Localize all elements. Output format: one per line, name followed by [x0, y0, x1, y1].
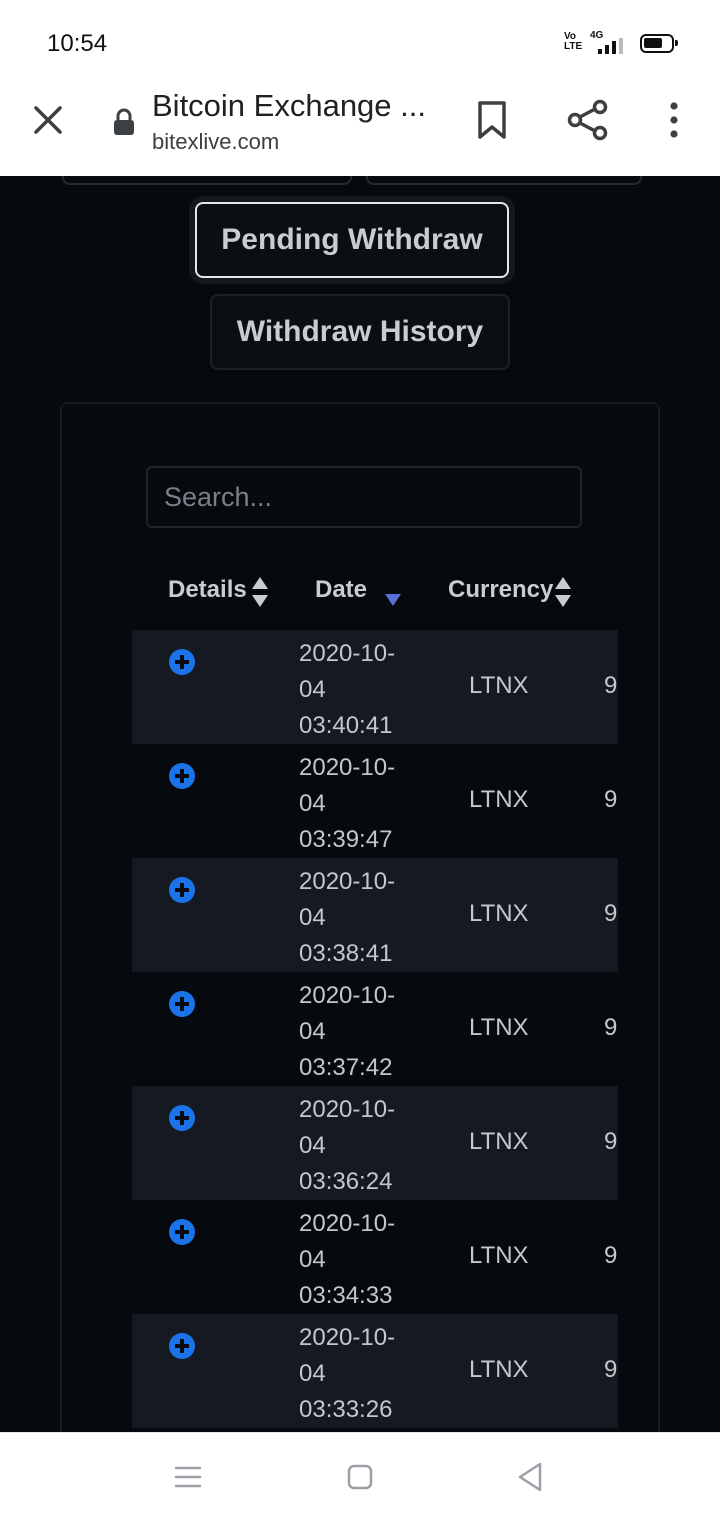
status-bar: 10:54 Vo LTE 4G [0, 0, 720, 88]
previous-tab-left[interactable] [62, 176, 352, 185]
row-date: 2020-10-04 03:37:42 [299, 982, 396, 1081]
row-currency: LTNX [469, 1242, 529, 1269]
recent-apps-icon[interactable] [174, 1465, 202, 1489]
system-navigation-bar [0, 1432, 720, 1520]
expand-details-icon[interactable] [168, 648, 196, 676]
header-details[interactable]: Details [168, 576, 247, 604]
row-amount: 9 [604, 1356, 618, 1383]
row-date: 2020-10-04 03:36:24 [299, 1096, 396, 1195]
previous-tab-right[interactable] [366, 176, 642, 185]
row-amount: 9 [604, 1242, 618, 1269]
signal-bars-icon [598, 38, 628, 54]
table-row: 2020-10-04 03:40:41 LTNX 9 [132, 630, 618, 744]
row-currency: LTNX [469, 900, 529, 927]
expand-details-icon[interactable] [168, 876, 196, 904]
status-time: 10:54 [47, 30, 108, 57]
close-icon[interactable] [28, 100, 68, 140]
withdraw-table: 2020-10-04 03:40:41 LTNX 9 2020-10-04 03… [132, 630, 618, 1428]
table-row: 2020-10-04 03:37:42 LTNX 9 [132, 972, 618, 1086]
more-options-icon[interactable] [660, 100, 688, 140]
back-icon[interactable] [516, 1461, 544, 1493]
table-row: 2020-10-04 03:33:26 LTNX 9 [132, 1314, 618, 1428]
row-amount: 9 [604, 1014, 618, 1041]
header-currency[interactable]: Currency [448, 576, 553, 604]
expand-details-icon[interactable] [168, 762, 196, 790]
row-amount: 9 [604, 900, 618, 927]
row-date: 2020-10-04 03:39:47 [299, 754, 396, 853]
row-amount: 9 [604, 1128, 618, 1155]
expand-details-icon[interactable] [168, 1104, 196, 1132]
signal-indicator: Vo LTE 4G [564, 30, 628, 56]
withdraw-history-button[interactable]: Withdraw History [210, 294, 510, 370]
expand-details-icon[interactable] [168, 1332, 196, 1360]
row-date: 2020-10-04 03:33:26 [299, 1324, 396, 1423]
bookmark-icon[interactable] [474, 100, 510, 140]
row-date: 2020-10-04 03:38:41 [299, 868, 396, 967]
table-row: 2020-10-04 03:38:41 LTNX 9 [132, 858, 618, 972]
page-url[interactable]: bitexlive.com [152, 129, 279, 155]
row-date: 2020-10-04 03:34:33 [299, 1210, 396, 1309]
row-amount: 9 [604, 786, 618, 813]
table-row: 2020-10-04 03:39:47 LTNX 9 [132, 744, 618, 858]
expand-details-icon[interactable] [168, 990, 196, 1018]
search-input[interactable] [146, 466, 582, 528]
sort-both-icon[interactable] [554, 576, 572, 608]
lock-icon[interactable] [112, 108, 136, 136]
header-date[interactable]: Date [315, 576, 367, 604]
row-currency: LTNX [469, 1128, 529, 1155]
table-row: 2020-10-04 03:36:24 LTNX 9 [132, 1086, 618, 1200]
row-currency: LTNX [469, 786, 529, 813]
row-currency: LTNX [469, 1356, 529, 1383]
pending-withdraw-button[interactable]: Pending Withdraw [195, 202, 509, 278]
row-currency: LTNX [469, 672, 529, 699]
sort-descending-icon[interactable] [384, 593, 402, 607]
row-date: 2020-10-04 03:40:41 [299, 640, 396, 739]
volte-label: Vo LTE [564, 31, 583, 52]
table-row: 2020-10-04 03:34:33 LTNX 9 [132, 1200, 618, 1314]
row-amount: 9 [604, 672, 618, 699]
expand-details-icon[interactable] [168, 1218, 196, 1246]
sort-both-icon[interactable] [251, 576, 269, 608]
home-icon[interactable] [347, 1464, 373, 1490]
share-icon[interactable] [566, 98, 610, 142]
page-title[interactable]: Bitcoin Exchange ... [152, 88, 426, 124]
browser-toolbar: Bitcoin Exchange ... bitexlive.com [0, 88, 720, 176]
row-currency: LTNX [469, 1014, 529, 1041]
page-content: Pending Withdraw Withdraw History Detail… [0, 176, 720, 1432]
battery-icon [640, 34, 678, 53]
